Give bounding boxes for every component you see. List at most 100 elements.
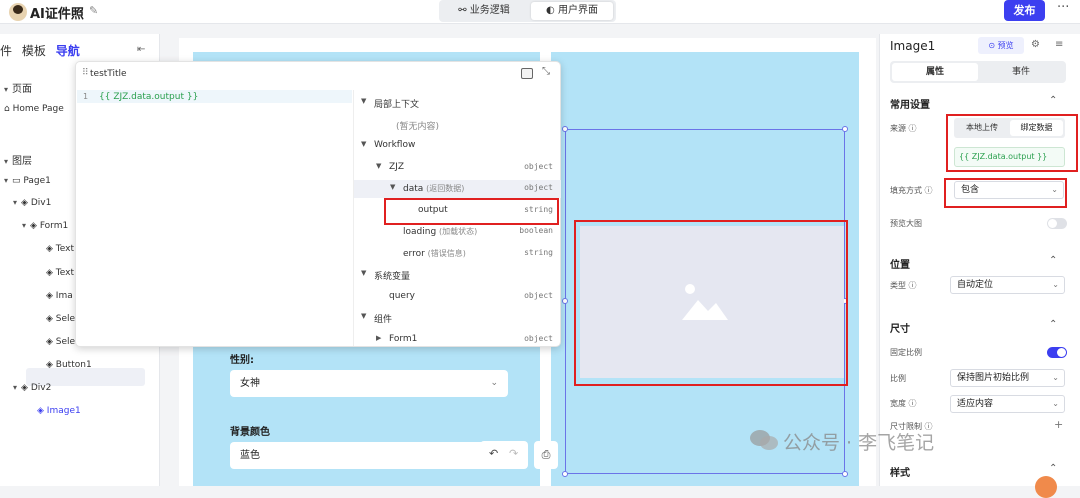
palette-icon: ◐ — [546, 5, 558, 16]
resize-handle[interactable] — [562, 298, 568, 304]
layer-image1[interactable]: ◈ Image1 — [37, 406, 81, 416]
preview-button[interactable]: ⊙ 预览 — [978, 37, 1024, 54]
tab-properties[interactable]: 属性 — [892, 63, 978, 81]
ctx-form1[interactable]: ▶ Form1 object — [354, 331, 561, 346]
ctx-data[interactable]: ▼ data (返回数据) object — [354, 180, 561, 198]
add-icon[interactable]: + — [1054, 418, 1063, 431]
gear-icon[interactable]: ⚙ — [1031, 39, 1040, 50]
tab-user-interface[interactable]: ◐ 用户界面 — [531, 2, 613, 20]
resize-handle[interactable] — [842, 471, 848, 477]
highlight-output — [384, 198, 559, 225]
ctx-loading[interactable]: loading (加载状态) boolean — [354, 223, 561, 241]
edit-icon[interactable]: ✎ — [89, 4, 98, 17]
type-select[interactable]: 自动定位 ⌄ — [950, 276, 1065, 294]
top-bar: AI证件照 ✎ ⚯ 业务逻辑 ◐ 用户界面 发布 ··· — [0, 0, 1080, 24]
ctx-zjz[interactable]: ▼ ZJZ object — [354, 159, 561, 177]
ctx-components[interactable]: ▼ 组件 — [354, 309, 561, 327]
layers-icon: ◈ — [21, 383, 31, 393]
chevron-up-icon[interactable]: ⌃ — [1049, 319, 1057, 330]
ratio-label: 比例 — [890, 374, 906, 383]
floating-avatar[interactable] — [1035, 476, 1057, 498]
chevron-down-icon: ⌄ — [1052, 399, 1059, 408]
resize-handle[interactable] — [562, 126, 568, 132]
toggle-knob — [1057, 348, 1066, 357]
layer-select-1[interactable]: ◈ Sele — [46, 314, 75, 324]
width-select[interactable]: 适应内容 ⌄ — [950, 395, 1065, 413]
line-number: 1 — [83, 92, 89, 101]
fixed-ratio-toggle[interactable] — [1047, 347, 1067, 358]
preview-big-toggle[interactable] — [1047, 218, 1067, 229]
ctx-query[interactable]: query object — [354, 288, 561, 306]
page-item-home[interactable]: ⌂ Home Page — [4, 104, 64, 114]
publish-button[interactable]: 发布 — [1004, 0, 1045, 21]
caret-down-icon: ▼ — [390, 183, 396, 191]
app-title: AI证件照 — [30, 7, 84, 22]
undo-icon[interactable]: ↶ — [489, 447, 498, 460]
fixed-ratio-label: 固定比例 — [890, 348, 922, 357]
chevron-down-icon: ⌄ — [490, 378, 498, 388]
expand-icon[interactable]: ⤡ — [542, 66, 550, 77]
layers-icon: ◈ — [37, 406, 47, 416]
resize-handle[interactable] — [842, 126, 848, 132]
chevron-up-icon[interactable]: ⌃ — [1049, 463, 1057, 474]
layer-text-2[interactable]: ◈ Text — [46, 268, 74, 278]
watermark-text: 公众号 · 李飞笔记 — [783, 432, 935, 454]
code-editor[interactable]: 1 {{ ZJZ.data.output }} — [77, 90, 352, 346]
tab-components[interactable]: 件 — [0, 44, 12, 58]
layers-heading[interactable]: ▾ 图层 — [4, 152, 32, 167]
ctx-local-context[interactable]: ▼ 局部上下文 — [354, 94, 561, 112]
ctx-system-vars[interactable]: ▼ 系统变量 — [354, 266, 561, 284]
width-label: 宽度 ⓘ — [890, 399, 917, 408]
layer-page1[interactable]: ▾ ▭ Page1 — [4, 176, 51, 186]
modal-title: testTitle — [90, 69, 127, 79]
right-panel: Image1 ⊙ 预览 ⚙ ≡ 属性 事件 常用设置 ⌃ 来源 ⓘ 本地上传 绑… — [879, 34, 1080, 486]
caret-down-icon: ▾ — [4, 176, 9, 185]
wechat-icon — [750, 430, 778, 450]
layer-image-form[interactable]: ◈ Ima — [46, 291, 73, 301]
pages-heading[interactable]: ▾ 页面 — [4, 80, 32, 95]
caret-down-icon: ▾ — [4, 157, 9, 166]
size-heading: 尺寸 — [890, 324, 910, 335]
tab-events[interactable]: 事件 — [978, 63, 1064, 81]
info-icon: ⓘ — [924, 186, 933, 195]
layers-icon: ◈ — [46, 268, 56, 278]
chevron-down-icon: ⌄ — [1052, 373, 1059, 382]
split-view-icon[interactable] — [521, 68, 533, 79]
export-icon[interactable]: ⎙ — [534, 441, 558, 469]
tab-navigation[interactable]: 导航 — [56, 44, 80, 58]
logic-icon: ⚯ — [458, 5, 470, 16]
redo-icon[interactable]: ↷ — [509, 447, 518, 460]
layer-button1[interactable]: ◈ Button1 — [46, 360, 92, 370]
undo-redo-group: ↶ ↷ — [480, 441, 528, 469]
caret-down-icon: ▾ — [22, 221, 27, 230]
layer-select-2[interactable]: ◈ Sele — [46, 337, 75, 347]
ratio-select[interactable]: 保持图片初始比例 ⌄ — [950, 369, 1065, 387]
caret-down-icon: ▼ — [361, 97, 367, 105]
collapse-panel-icon[interactable]: ⇤ — [137, 44, 145, 55]
bg-color-select[interactable]: 蓝色⌄ — [230, 442, 508, 469]
chevron-up-icon[interactable]: ⌃ — [1049, 95, 1057, 106]
layer-div1[interactable]: ▾ ◈ Div1 — [13, 198, 51, 208]
menu-icon[interactable]: ≡ — [1055, 39, 1063, 50]
layer-form1[interactable]: ▾ ◈ Form1 — [22, 221, 68, 231]
caret-right-icon: ▶ — [376, 334, 382, 342]
gender-select[interactable]: 女神 ⌄ — [230, 370, 508, 397]
layer-text-1[interactable]: ◈ Text — [46, 244, 74, 254]
code-line[interactable]: {{ ZJZ.data.output }} — [99, 92, 198, 102]
chevron-up-icon[interactable]: ⌃ — [1049, 255, 1057, 266]
layers-icon: ◈ — [21, 198, 31, 208]
info-icon: ⓘ — [908, 281, 917, 290]
tab-templates[interactable]: 模板 — [22, 44, 46, 58]
caret-down-icon: ▾ — [4, 85, 9, 94]
drag-handle-icon[interactable]: ⠿ — [82, 68, 89, 78]
resize-handle[interactable] — [562, 471, 568, 477]
layer-div2[interactable]: ▾ ◈ Div2 — [13, 383, 51, 393]
tab-business-logic[interactable]: ⚯ 业务逻辑 — [443, 2, 525, 20]
more-icon[interactable]: ··· — [1057, 0, 1069, 15]
app-avatar — [9, 3, 27, 21]
preview-big-label: 预览大图 — [890, 219, 922, 228]
layers-icon: ◈ — [46, 244, 56, 254]
type-label: 类型 ⓘ — [890, 281, 917, 290]
ctx-workflow[interactable]: ▼ Workflow — [354, 137, 561, 155]
ctx-error[interactable]: error (错误信息) string — [354, 245, 561, 263]
